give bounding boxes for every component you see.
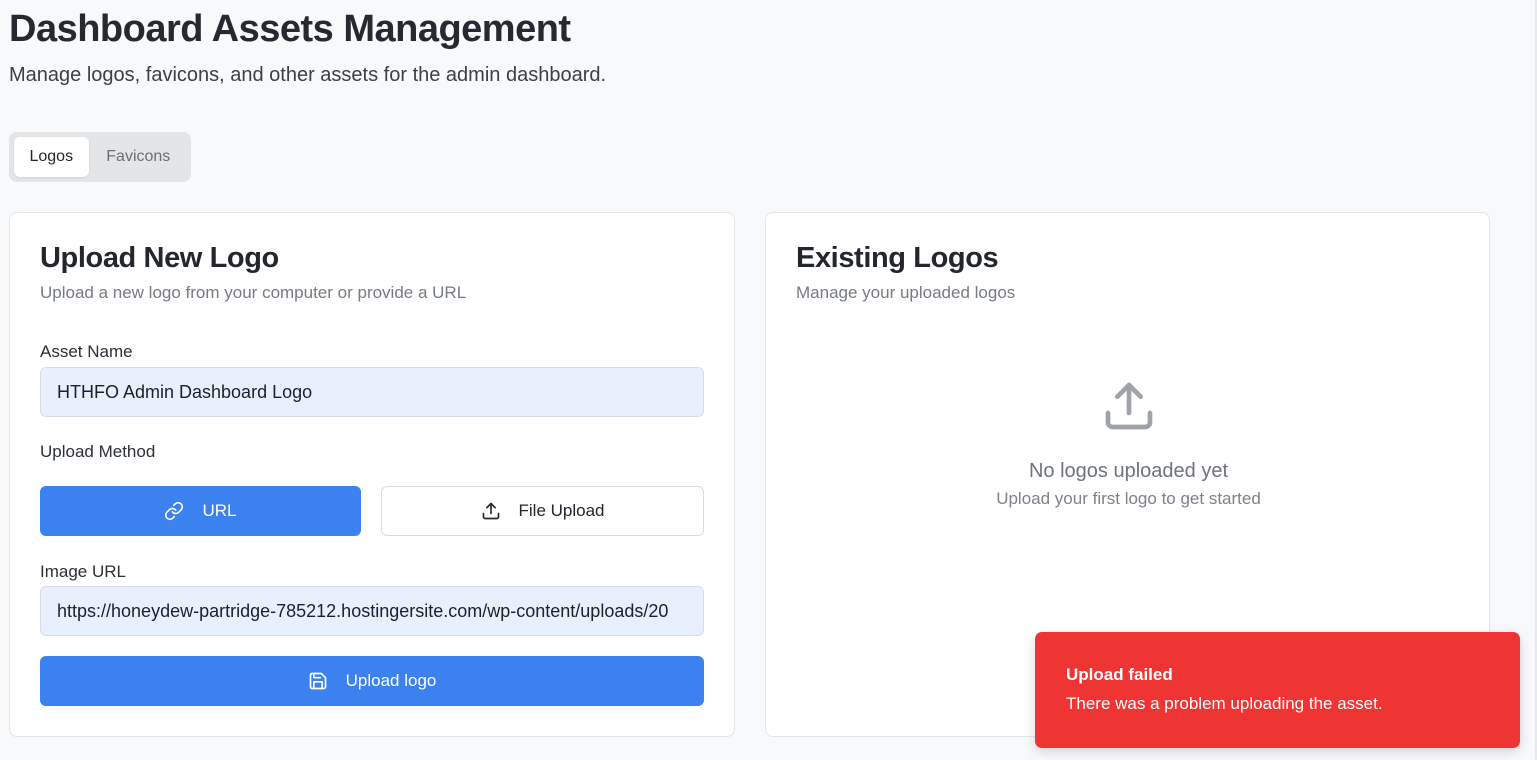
upload-icon	[766, 378, 1491, 434]
page-title: Dashboard Assets Management	[9, 8, 571, 50]
tab-favicons[interactable]: Favicons	[91, 137, 186, 177]
upload-logo-label: Upload logo	[345, 671, 437, 690]
existing-card-title: Existing Logos	[796, 242, 999, 274]
link-icon	[164, 501, 184, 521]
image-url-input[interactable]	[40, 586, 704, 636]
asset-name-label: Asset Name	[40, 342, 133, 361]
file-upload-method-button[interactable]: File Upload	[381, 486, 704, 536]
toast-title: Upload failed	[1066, 665, 1173, 684]
url-method-button[interactable]: URL	[40, 486, 361, 536]
asset-type-tabs: Logos Favicons	[9, 132, 191, 182]
asset-name-input[interactable]	[40, 367, 704, 417]
existing-card-description: Manage your uploaded logos	[796, 283, 1016, 302]
tab-logos[interactable]: Logos	[14, 137, 89, 177]
upload-card-title: Upload New Logo	[40, 242, 279, 274]
upload-card-description: Upload a new logo from your computer or …	[40, 283, 467, 302]
upload-logo-button[interactable]: Upload logo	[40, 656, 704, 706]
page: Dashboard Assets Management Manage logos…	[0, 0, 1537, 760]
error-toast[interactable]: Upload failed There was a problem upload…	[1035, 632, 1520, 748]
upload-logo-card: Upload New Logo Upload a new logo from y…	[9, 212, 735, 737]
file-upload-method-label: File Upload	[518, 501, 605, 520]
toast-message: There was a problem uploading the asset.	[1066, 694, 1383, 713]
image-url-label: Image URL	[40, 562, 126, 581]
upload-method-label: Upload Method	[40, 442, 156, 461]
upload-icon	[481, 501, 501, 521]
empty-state: No logos uploaded yet Upload your first …	[766, 378, 1491, 509]
url-method-label: URL	[202, 501, 237, 520]
empty-state-title: No logos uploaded yet	[1028, 460, 1229, 482]
save-icon	[308, 671, 328, 691]
empty-state-subtitle: Upload your first logo to get started	[996, 489, 1261, 508]
page-subtitle: Manage logos, favicons, and other assets…	[9, 64, 607, 86]
